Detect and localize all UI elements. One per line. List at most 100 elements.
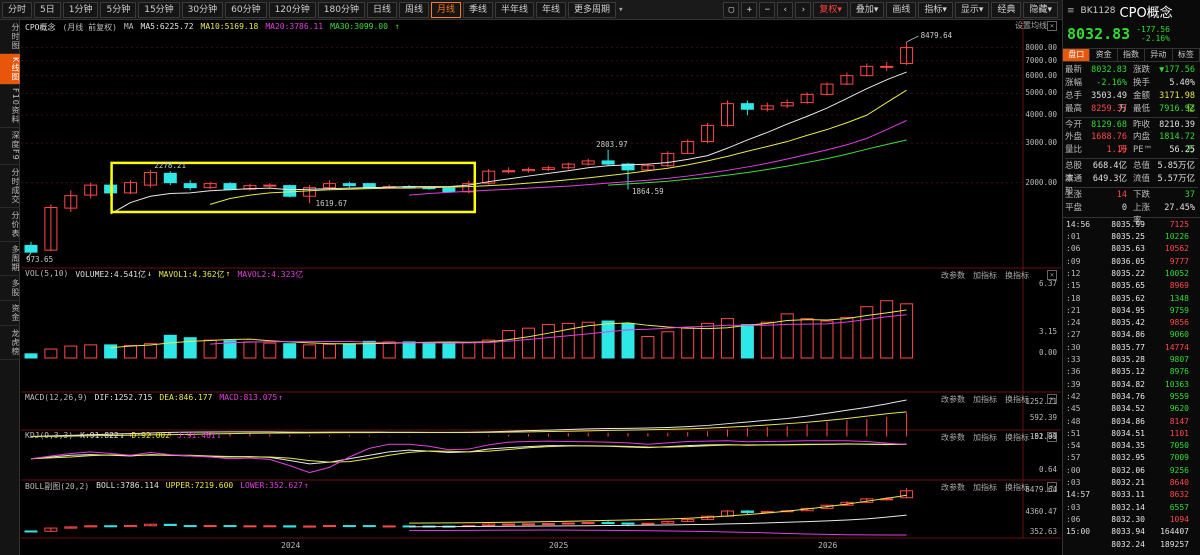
divider — [1065, 116, 1198, 118]
chevron-right-icon[interactable]: › — [795, 2, 812, 18]
period-tab-0[interactable]: 分时 — [2, 1, 33, 18]
menu-icon[interactable]: ≡ — [1067, 6, 1075, 16]
vol_panel-tick-label: 3.15 — [1038, 327, 1057, 336]
period-tab-5[interactable]: 30分钟 — [181, 1, 224, 18]
tick-t: :45 — [1066, 404, 1081, 414]
toolbar-menu-0[interactable]: 复权▾ — [813, 2, 848, 18]
volume-bar — [402, 341, 416, 359]
left-tab-1[interactable]: K线图 — [0, 54, 20, 86]
toolbar-menu-2[interactable]: 画线 — [886, 2, 917, 18]
volume-bar — [581, 321, 595, 359]
stat-k: 总股本 — [1065, 161, 1083, 185]
kdj-add-indicator-button[interactable]: 加指标 — [973, 432, 997, 443]
tick-p: 8032.30 — [1111, 514, 1145, 524]
stat-k: 平盘 — [1065, 202, 1083, 213]
period-tab-7[interactable]: 120分钟 — [268, 1, 316, 18]
zoom-in-icon[interactable]: + — [741, 2, 758, 18]
period-tab-12[interactable]: 季线 — [463, 1, 494, 18]
vol-switch-indicator-button[interactable]: 换指标 — [1005, 270, 1029, 281]
boll-candle-body — [104, 525, 118, 528]
volume-bar — [740, 324, 754, 359]
tick-v: 1348 — [1169, 293, 1189, 303]
period-tab-15[interactable]: 更多周期 — [568, 1, 617, 18]
toolbar-menu-5[interactable]: 经典 — [991, 2, 1022, 18]
left-tab-4[interactable]: 分时成交 — [0, 165, 20, 208]
set-ma-button[interactable]: 设置均线 — [1015, 20, 1047, 31]
period-tab-11[interactable]: 月线 — [430, 1, 461, 18]
quote-tab-1[interactable]: 资金 — [1090, 49, 1118, 61]
left-tab-2[interactable]: F10资料 — [0, 85, 20, 129]
period-tab-8[interactable]: 180分钟 — [317, 1, 365, 18]
main-panel-close-icon[interactable]: × — [1047, 21, 1057, 31]
quote-header: ≡ BK1128 CPO概念 — [1063, 0, 1200, 22]
tick-p: 8035.25 — [1111, 232, 1145, 242]
zoom-out-icon[interactable]: − — [759, 2, 776, 18]
chart-canvas[interactable] — [21, 20, 1061, 555]
quote-tab-4[interactable]: 标签 — [1173, 49, 1200, 61]
volume-bar — [104, 344, 118, 359]
vol-edit-params-button[interactable]: 改参数 — [941, 270, 965, 281]
more-periods-chevron-icon[interactable]: ▾ — [618, 5, 623, 15]
left-tab-5[interactable]: 分价表 — [0, 208, 20, 242]
left-tab-0[interactable]: 分时图 — [0, 20, 20, 54]
annotation-low: 973.65 — [26, 254, 54, 264]
period-tab-1[interactable]: 5日 — [34, 1, 61, 18]
volume-bar — [621, 322, 635, 359]
window-icon[interactable]: ▢ — [723, 2, 740, 18]
period-tab-4[interactable]: 15分钟 — [138, 1, 180, 18]
boll-add-indicator-button[interactable]: 加指标 — [973, 482, 997, 493]
macd-edit-params-button[interactable]: 改参数 — [941, 394, 965, 405]
toolbar-menu-1[interactable]: 叠加▾ — [849, 2, 885, 18]
boll-candle-body — [342, 525, 356, 528]
ma30-line — [608, 139, 907, 186]
left-tab-7[interactable]: 多股 — [0, 276, 20, 301]
boll-edit-params-button[interactable]: 改参数 — [941, 482, 965, 493]
kline-chart-area[interactable]: CPO概念 (月线 前复权) MA MA5:6225.72 MA10:5169.… — [21, 20, 1061, 555]
period-tab-14[interactable]: 年线 — [536, 1, 567, 18]
tick-v: 10052 — [1164, 268, 1189, 278]
volume-bar — [422, 341, 436, 359]
boll-candle-body — [163, 523, 177, 526]
ma30-value: MA30:3099.00 — [330, 22, 388, 31]
vol-add-indicator-button[interactable]: 加指标 — [973, 270, 997, 281]
price-tick-label: 7000.00 — [1025, 55, 1057, 65]
volume-bar — [601, 320, 615, 359]
period-tab-9[interactable]: 日线 — [366, 1, 397, 18]
tick-v: 189257 — [1160, 539, 1189, 549]
tick-p: 8034.86 — [1111, 416, 1145, 426]
macd-name: MACD(12,26,9) — [25, 393, 88, 402]
toolbar-menu-6[interactable]: 隐藏▾ — [1023, 2, 1058, 18]
tick-p: 8035.28 — [1111, 355, 1145, 365]
boll-candle-body — [541, 523, 555, 526]
chevron-left-icon[interactable]: ‹ — [777, 2, 794, 18]
tick-t: :54 — [1066, 441, 1081, 451]
left-tab-8[interactable]: 资金 — [0, 301, 20, 326]
period-tab-10[interactable]: 周线 — [398, 1, 429, 18]
tick-row: :15 8035.65 8969 — [1063, 280, 1200, 292]
volume-bar — [681, 327, 695, 359]
toolbar-menu-4[interactable]: 显示▾ — [954, 2, 990, 18]
boll-candle-body — [283, 525, 297, 528]
kdj-switch-indicator-button[interactable]: 换指标 — [1005, 432, 1029, 443]
toolbar-menu-3[interactable]: 指标▾ — [918, 2, 953, 18]
macd_panel-tick-label: 592.39 — [1029, 413, 1057, 422]
quote-tab-0[interactable]: 盘口 — [1063, 49, 1091, 61]
quote-stat-row: 涨幅 -2.16% 换手 5.40% — [1065, 77, 1198, 90]
tick-list[interactable]: 14:56 8035.99 7125:01 8035.25 10226:06 8035.6… — [1063, 216, 1200, 551]
kdj-edit-params-button[interactable]: 改参数 — [941, 432, 965, 443]
period-tab-3[interactable]: 5分钟 — [100, 1, 137, 18]
tick-v: 7009 — [1169, 453, 1189, 463]
left-tab-9[interactable]: 龙虎榜 — [0, 326, 20, 360]
quote-tab-3[interactable]: 异动 — [1145, 49, 1173, 61]
period-tab-13[interactable]: 半年线 — [495, 1, 535, 18]
tick-t — [1063, 539, 1093, 551]
left-tab-3[interactable]: 深度F9 — [0, 128, 20, 165]
macd-add-indicator-button[interactable]: 加指标 — [973, 394, 997, 405]
annotation-trough_2024: 1619.67 — [315, 199, 348, 209]
left-tab-6[interactable]: 多周期 — [0, 242, 20, 276]
last-price: 8032.83 — [1067, 25, 1131, 43]
volume-bar — [203, 339, 217, 359]
period-tab-2[interactable]: 1分钟 — [62, 1, 99, 18]
quote-tab-2[interactable]: 指数 — [1118, 49, 1146, 61]
period-tab-6[interactable]: 60分钟 — [225, 1, 267, 18]
